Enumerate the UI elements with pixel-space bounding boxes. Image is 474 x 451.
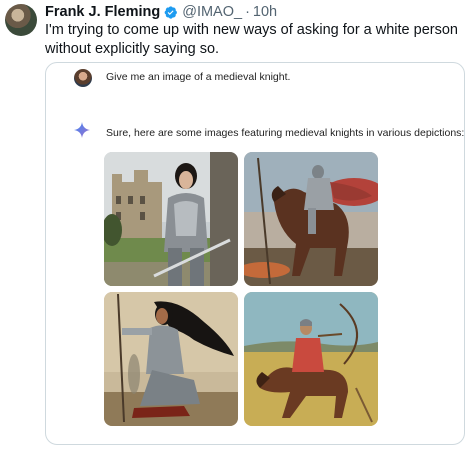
author-handle[interactable]: @IMAO_ bbox=[182, 4, 242, 20]
generated-image-knight-castle[interactable] bbox=[104, 152, 238, 286]
tweet-text: I'm trying to come up with new ways of a… bbox=[45, 22, 458, 57]
user-avatar bbox=[74, 69, 92, 87]
separator-dot: · bbox=[245, 4, 250, 20]
verified-badge-icon bbox=[164, 5, 178, 19]
assistant-response: Sure, here are some images featuring med… bbox=[106, 127, 465, 139]
generated-image-kneeling-warrior[interactable] bbox=[104, 292, 238, 426]
sparkle-icon bbox=[74, 122, 90, 138]
generated-image-horse-archer[interactable] bbox=[244, 292, 378, 426]
generated-image-mounted-knight[interactable] bbox=[244, 152, 378, 286]
author-name[interactable]: Frank J. Fleming bbox=[45, 4, 160, 20]
screenshot-card[interactable]: Give me an image of a medieval knight. S… bbox=[45, 62, 465, 445]
author-avatar[interactable] bbox=[5, 4, 37, 36]
user-prompt: Give me an image of a medieval knight. bbox=[106, 71, 291, 83]
tweet[interactable]: Frank J. Fleming @IMAO_ · 10h I'm trying… bbox=[0, 0, 474, 451]
tweet-header: Frank J. Fleming @IMAO_ · 10h bbox=[45, 3, 277, 21]
tweet-timestamp[interactable]: 10h bbox=[253, 4, 277, 20]
